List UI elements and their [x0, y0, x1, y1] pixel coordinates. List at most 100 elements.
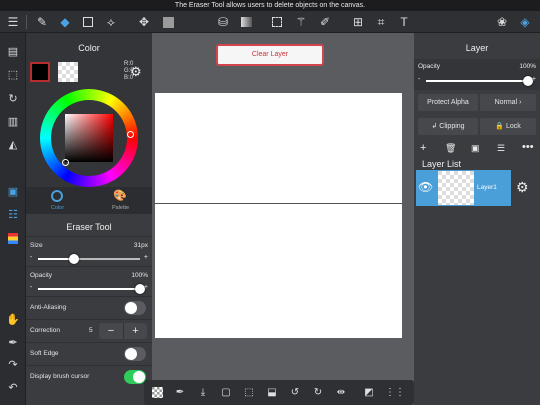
import-icon[interactable]: ⤓ — [196, 385, 210, 399]
opacity-fill — [38, 288, 140, 290]
rotate-icon[interactable]: ↻ — [5, 90, 21, 106]
selection-icon[interactable]: ⬚ — [5, 66, 21, 82]
color-panel-icon[interactable]: ▣ — [5, 183, 21, 199]
layer-panel-title: Layer — [465, 43, 489, 53]
pages-icon[interactable]: ▤ — [5, 43, 21, 59]
tab-palette[interactable]: 🎨 Palette — [89, 187, 152, 214]
brush-icon[interactable]: ✎ — [34, 14, 50, 30]
eyedropper-small-icon[interactable]: ✒ — [173, 385, 187, 399]
color-panel-title: Color — [78, 43, 100, 53]
hand-icon[interactable]: ✋ — [5, 311, 21, 327]
materials-icon[interactable]: ❀ — [494, 14, 510, 30]
layer-opacity-fill — [426, 80, 528, 82]
layer-list-icon[interactable]: ☰ — [497, 143, 505, 154]
fit-screen-icon[interactable]: ▢ — [219, 385, 233, 399]
hue-wheel[interactable] — [40, 89, 138, 187]
bucket-icon[interactable]: ⛁ — [215, 14, 231, 30]
delete-layer-icon[interactable]: 🗑 — [445, 143, 456, 154]
layer-opacity-value: 100% — [519, 63, 536, 70]
top-toolbar: ☰ ✎ ◆ ⟡ ✥ ⛁ ⚚ ✐ ⊞ ⌗ T ❀ ◈ — [0, 11, 540, 33]
gear-icon[interactable]: ⚙ — [130, 64, 142, 80]
rotate-right-icon[interactable]: ↻ — [311, 385, 325, 399]
fill-color-icon[interactable] — [160, 14, 176, 30]
color-tabs: Color 🎨 Palette — [26, 187, 152, 214]
protect-alpha-button[interactable]: Protect Alpha — [418, 94, 478, 111]
correction-row: Correction 5 − + — [26, 319, 152, 341]
layer-opacity-plus[interactable]: + — [532, 76, 536, 83]
clipping-button[interactable]: ↲ Clipping — [418, 118, 478, 135]
visibility-eye-icon[interactable]: 👁 — [418, 180, 433, 194]
layer-opacity-minus[interactable]: - — [418, 76, 420, 83]
size-minus[interactable]: - — [30, 254, 32, 261]
more-options-icon[interactable]: ••• — [522, 141, 534, 153]
gradient-icon[interactable] — [238, 14, 254, 30]
pen-select-icon[interactable]: ✐ — [317, 14, 333, 30]
select-rect-icon[interactable] — [269, 14, 285, 30]
display-cursor-row: Display brush cursor — [26, 365, 152, 387]
opacity-slider[interactable]: - + — [30, 284, 148, 294]
blend-mode-select[interactable]: Normal › — [480, 94, 536, 111]
flip-icon[interactable]: ⇹ — [334, 385, 348, 399]
display-cursor-toggle[interactable] — [124, 370, 146, 384]
rotate-left-icon[interactable]: ↺ — [288, 385, 302, 399]
layer-opacity-label: Opacity — [418, 63, 441, 70]
text-icon[interactable]: T — [396, 14, 412, 30]
edit-layer-icon[interactable]: ◩ — [362, 385, 376, 399]
anti-aliasing-label: Anti-Aliasing — [30, 304, 67, 311]
soft-edge-toggle[interactable] — [124, 347, 146, 361]
rectangle-icon[interactable] — [80, 14, 96, 30]
image-layer-icon[interactable]: ▣ — [471, 143, 480, 154]
layer-opacity-row: Opacity 100% - + — [414, 59, 540, 90]
soft-edge-row: Soft Edge — [26, 342, 152, 364]
layer-settings-gear-icon[interactable]: ⚙ — [516, 179, 529, 196]
saturation-value-square[interactable] — [65, 114, 113, 162]
wand-icon[interactable]: ⟡ — [103, 14, 119, 30]
opacity-plus[interactable]: + — [144, 284, 148, 291]
transparent-icon[interactable] — [150, 385, 164, 399]
color-marker[interactable] — [62, 159, 69, 166]
add-layer-icon[interactable]: + — [420, 142, 426, 154]
correction-stepper[interactable]: − + — [99, 323, 147, 339]
correction-plus-button[interactable]: + — [123, 323, 147, 339]
lock-button[interactable]: 🔒 Lock — [480, 118, 536, 135]
deselect-icon[interactable]: ⬓ — [265, 385, 279, 399]
clear-layer-button[interactable]: Clear Layer — [216, 44, 324, 66]
size-slider[interactable]: - + — [30, 254, 148, 264]
size-plus[interactable]: + — [144, 254, 148, 261]
layers-icon[interactable]: ◈ — [517, 14, 533, 30]
soft-edge-label: Soft Edge — [30, 350, 59, 357]
crop-icon[interactable]: ⌗ — [373, 14, 389, 30]
drawing-canvas[interactable] — [155, 93, 402, 338]
hue-marker[interactable] — [127, 131, 134, 138]
anti-aliasing-toggle[interactable] — [124, 301, 146, 315]
eraser-icon[interactable]: ◆ — [57, 14, 73, 30]
magic-wand-icon[interactable]: ⚚ — [293, 14, 309, 30]
layer-opacity-slider[interactable]: - + — [418, 76, 536, 86]
correction-minus-button[interactable]: − — [99, 323, 123, 339]
pen-tool-icon[interactable]: ◭ — [5, 136, 21, 152]
layer-name: Layer1 — [477, 184, 497, 191]
primary-color-swatch[interactable] — [30, 62, 50, 82]
select-all-icon[interactable]: ⬚ — [242, 385, 256, 399]
eraser-panel-title: Eraser Tool — [66, 222, 112, 232]
layer-row[interactable]: 👁 Layer1 — [416, 170, 511, 206]
grid-more-icon[interactable]: ⋮⋮ — [385, 385, 405, 399]
transform-icon[interactable]: ⊞ — [350, 14, 366, 30]
layer-thumbnail — [438, 171, 474, 205]
brush-list-icon[interactable]: ☷ — [5, 206, 21, 222]
ruler-icon[interactable]: ▥ — [5, 113, 21, 129]
lock-icon: 🔒 — [495, 123, 504, 130]
palette-strip-icon[interactable] — [5, 230, 21, 246]
move-icon[interactable]: ✥ — [136, 14, 152, 30]
menu-icon[interactable]: ☰ — [5, 14, 21, 30]
undo-icon[interactable]: ↶ — [5, 379, 21, 395]
eyedropper-icon[interactable]: ✒ — [5, 334, 21, 350]
tab-color[interactable]: Color — [26, 187, 89, 214]
opacity-value: 100% — [131, 272, 148, 279]
size-knob[interactable] — [68, 254, 79, 264]
size-row: Size 31px - + — [26, 236, 152, 266]
redo-icon[interactable]: ↷ — [5, 356, 21, 372]
opacity-minus[interactable]: - — [30, 284, 32, 291]
clipping-label: Clipping — [439, 123, 465, 130]
secondary-color-swatch[interactable] — [58, 62, 78, 82]
